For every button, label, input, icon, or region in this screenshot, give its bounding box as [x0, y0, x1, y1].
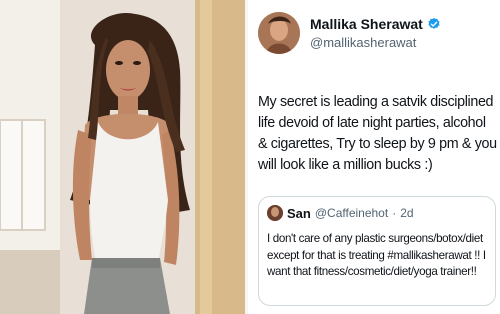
profile-photo: [0, 0, 245, 314]
quoted-separator: ·: [392, 206, 397, 220]
quoted-timestamp[interactable]: 2d: [400, 206, 413, 220]
verified-badge-icon: [428, 17, 440, 29]
author-handle[interactable]: @mallikasherawat: [310, 35, 416, 50]
quoted-tweet[interactable]: San @Caffeinehot · 2d I don't care of an…: [258, 196, 496, 306]
avatar[interactable]: [258, 12, 300, 54]
display-name[interactable]: Mallika Sherawat: [310, 16, 423, 32]
quoted-author-name[interactable]: San: [287, 206, 311, 221]
quoted-handle[interactable]: @Caffeinehot: [315, 206, 388, 220]
quoted-avatar: [267, 205, 283, 221]
tweet-card: Mallika Sherawat @mallikasherawat My sec…: [248, 0, 500, 314]
tweet-text: My secret is leading a satvik discipline…: [258, 94, 497, 173]
quoted-tweet-text: I don't care of any plastic surgeons/bot…: [267, 232, 486, 278]
quoted-tweet-header: San @Caffeinehot · 2d: [267, 205, 414, 221]
author-row: Mallika Sherawat: [310, 16, 441, 32]
woman-photo-illustration: [0, 0, 245, 314]
